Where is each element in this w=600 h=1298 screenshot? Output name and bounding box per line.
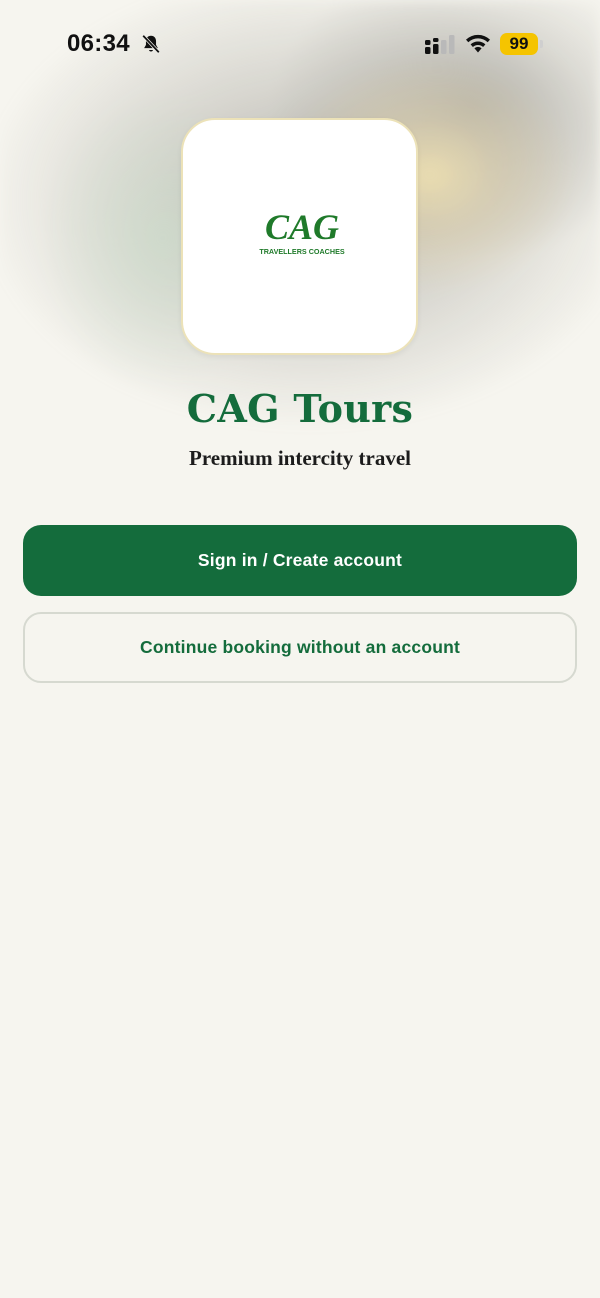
bell-off-icon: [142, 34, 160, 54]
logo-sub-text: TRAVELLERS COACHES: [259, 247, 345, 256]
continue-as-guest-button[interactable]: Continue booking without an account: [23, 612, 577, 683]
page-tagline: Premium intercity travel: [189, 446, 411, 470]
page-title: CAG Tours: [186, 386, 414, 431]
battery-tip: [540, 40, 543, 48]
wifi-icon: [466, 34, 490, 53]
app-logo-card: CAG TRAVELLERS COACHES: [181, 118, 418, 355]
logo-mark-text: CAG: [265, 207, 339, 247]
welcome-screen: 06:34 99 CAG TRAVELLERS COACHES CAG Tour…: [0, 0, 600, 1298]
sign-in-create-account-button[interactable]: Sign in / Create account: [23, 525, 577, 596]
status-bar: 06:34 99: [0, 0, 600, 88]
cellular-signal-icon: [425, 35, 455, 54]
battery-level: 99: [500, 33, 538, 55]
status-time: 06:34: [67, 30, 130, 57]
cag-logo: CAG TRAVELLERS COACHES: [259, 207, 345, 256]
battery-icon: 99: [500, 33, 543, 55]
